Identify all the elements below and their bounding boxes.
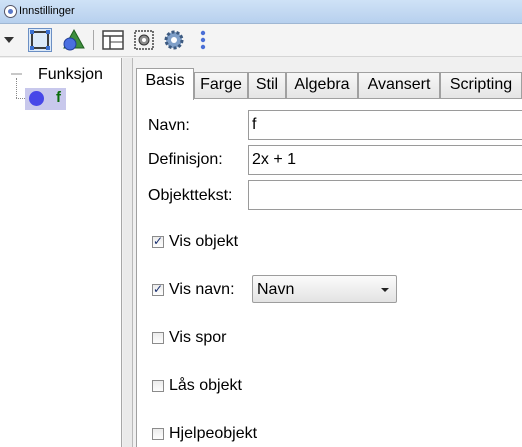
collapse-minus-icon[interactable] [11,73,22,75]
tab-farge[interactable]: Farge [194,72,248,99]
tab-basis[interactable]: Basis [136,68,194,100]
window-title: Innstillinger [19,5,75,17]
toolbar [0,24,522,57]
tree-connector [16,78,17,98]
show-label-checkbox[interactable] [152,282,164,296]
toolbar-separator [93,30,94,50]
label-mode-value: Navn [257,281,295,298]
show-label-label: Vis navn: [169,281,235,298]
definition-field[interactable]: 2x + 1 [248,145,522,175]
graphics-settings-icon[interactable] [132,28,156,52]
split-pane-divider[interactable] [123,58,133,447]
auxiliary-object-checkbox[interactable] [152,428,164,440]
chevron-down-icon [381,288,389,292]
caption-label: Objekttekst: [148,187,233,204]
graphics-view-icon[interactable] [28,28,52,52]
shapes-icon[interactable] [62,28,86,52]
more-options-icon[interactable] [198,28,208,52]
fix-object-label: Lås objekt [169,377,242,394]
show-object-checkbox[interactable] [152,234,164,248]
tab-scripting[interactable]: Scripting [440,72,522,99]
tree-root-label: Funksjon [38,66,103,83]
caption-field[interactable] [248,180,522,210]
collapse-triangle-icon[interactable] [2,28,16,52]
auxiliary-object-label: Hjelpeobjekt [169,425,258,442]
name-field[interactable]: f [248,110,522,140]
fix-object-checkbox[interactable] [152,380,164,392]
tab-algebra[interactable]: Algebra [286,72,358,99]
title-bar: Innstillinger [0,0,522,24]
tree-item-label: f [56,89,61,106]
definition-label: Definisjon: [148,151,223,168]
trace-label: Vis spor [169,329,227,346]
tab-avansert[interactable]: Avansert [358,72,440,99]
gear-icon[interactable] [162,28,186,52]
name-label: Navn: [148,117,190,134]
object-color-icon [29,91,44,106]
object-tree: Funksjon [0,58,122,447]
tree-connector [16,98,25,99]
geogebra-app-icon [4,5,17,18]
layout-icon[interactable] [101,28,125,52]
tree-item-f[interactable]: f [25,88,66,110]
tab-stil[interactable]: Stil [248,72,286,99]
trace-checkbox[interactable] [152,332,164,344]
show-object-label: Vis objekt [169,233,239,250]
label-mode-dropdown[interactable]: Navn [252,275,397,303]
